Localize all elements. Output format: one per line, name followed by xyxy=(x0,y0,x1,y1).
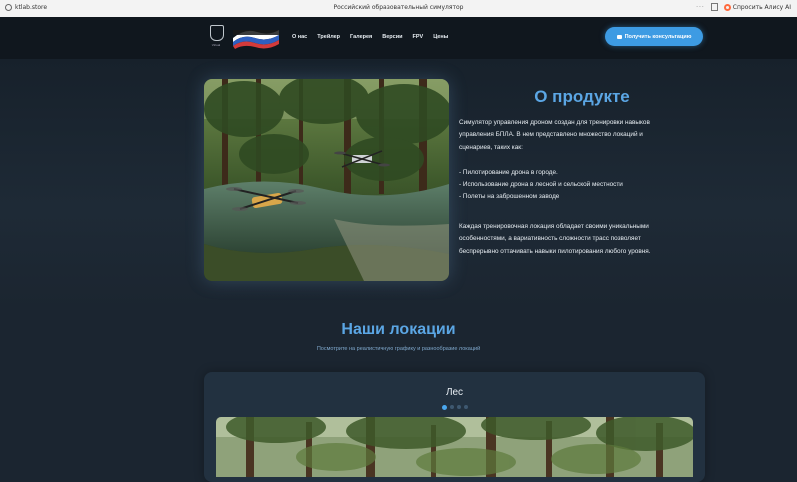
about-intro-line: сценариев, таких как: xyxy=(459,143,523,151)
more-icon[interactable]: ··· xyxy=(696,4,705,11)
carousel-dot[interactable] xyxy=(441,404,447,410)
browser-bar: ktlab.store Российский образовательный с… xyxy=(0,0,797,18)
consultation-label: Получить консультацию xyxy=(624,33,692,40)
about-title: О продукте xyxy=(534,87,630,106)
about-intro-line: управления БПЛА. В нем представлено множ… xyxy=(459,131,643,139)
carousel-dot[interactable] xyxy=(463,405,468,409)
carousel-dot[interactable] xyxy=(449,405,454,409)
about-section: О продукте Симулятор управления дроном с… xyxy=(0,59,797,309)
about-outro-line: беспрерывно оттачивать навыки пилотирова… xyxy=(459,247,651,255)
product-image xyxy=(204,79,449,281)
consultation-button[interactable]: Получить консультацию xyxy=(605,27,703,46)
emblem-text: Virtual xyxy=(211,43,221,47)
alice-label: Спросить Алису AI xyxy=(732,3,791,11)
locations-subtitle: Посмотрите на реалистичную графику и раз… xyxy=(316,346,481,352)
nav-item-trailer[interactable]: Трейлер xyxy=(317,34,340,40)
locations-title: Наши локации xyxy=(341,321,456,338)
carousel-dot[interactable] xyxy=(456,405,461,409)
nav-item-about[interactable]: О нас xyxy=(292,34,307,40)
carousel-dots xyxy=(204,404,705,410)
about-outro-line: Каждая тренировочная локация обладает св… xyxy=(459,222,649,230)
about-bullet: - Полеты на заброшенном заводе xyxy=(459,193,560,201)
location-carousel: Лес xyxy=(204,372,705,482)
alice-icon xyxy=(723,3,731,11)
about-intro-line: Симулятор управления дроном создан для т… xyxy=(459,119,650,126)
emblem-logo[interactable]: Virtual xyxy=(206,23,226,51)
location-name: Лес xyxy=(445,387,464,398)
tab-title: Российский образовательный симулятор xyxy=(333,4,464,11)
location-image xyxy=(216,417,693,477)
about-outro-line: особенностями, а вариативность сложности… xyxy=(459,235,641,243)
alice-button[interactable]: Спросить Алису AI xyxy=(723,3,791,11)
nav-item-prices[interactable]: Цены xyxy=(433,34,448,40)
nav-item-fpv[interactable]: FPV xyxy=(412,34,423,40)
main-nav: О нас Трейлер Галерея Версии FPV Цены xyxy=(292,34,448,40)
forest-drone-illustration xyxy=(204,79,449,281)
emblem-icon xyxy=(210,25,224,41)
site-header: Virtual О нас Трейлер Галерея Версии FPV… xyxy=(0,17,797,59)
about-bullet: - Пилотирование дрона в городе. xyxy=(459,168,558,176)
brand-logo-icon[interactable] xyxy=(231,26,281,50)
bookmark-icon[interactable] xyxy=(710,3,718,11)
about-bullet: - Использование дрона в лесной и сельско… xyxy=(459,181,623,189)
nav-item-versions[interactable]: Версии xyxy=(382,34,402,40)
about-description: Симулятор управления дроном создан для т… xyxy=(459,117,709,258)
chat-icon xyxy=(616,34,622,39)
nav-item-gallery[interactable]: Галерея xyxy=(350,34,372,40)
forest-location-illustration xyxy=(216,417,693,477)
